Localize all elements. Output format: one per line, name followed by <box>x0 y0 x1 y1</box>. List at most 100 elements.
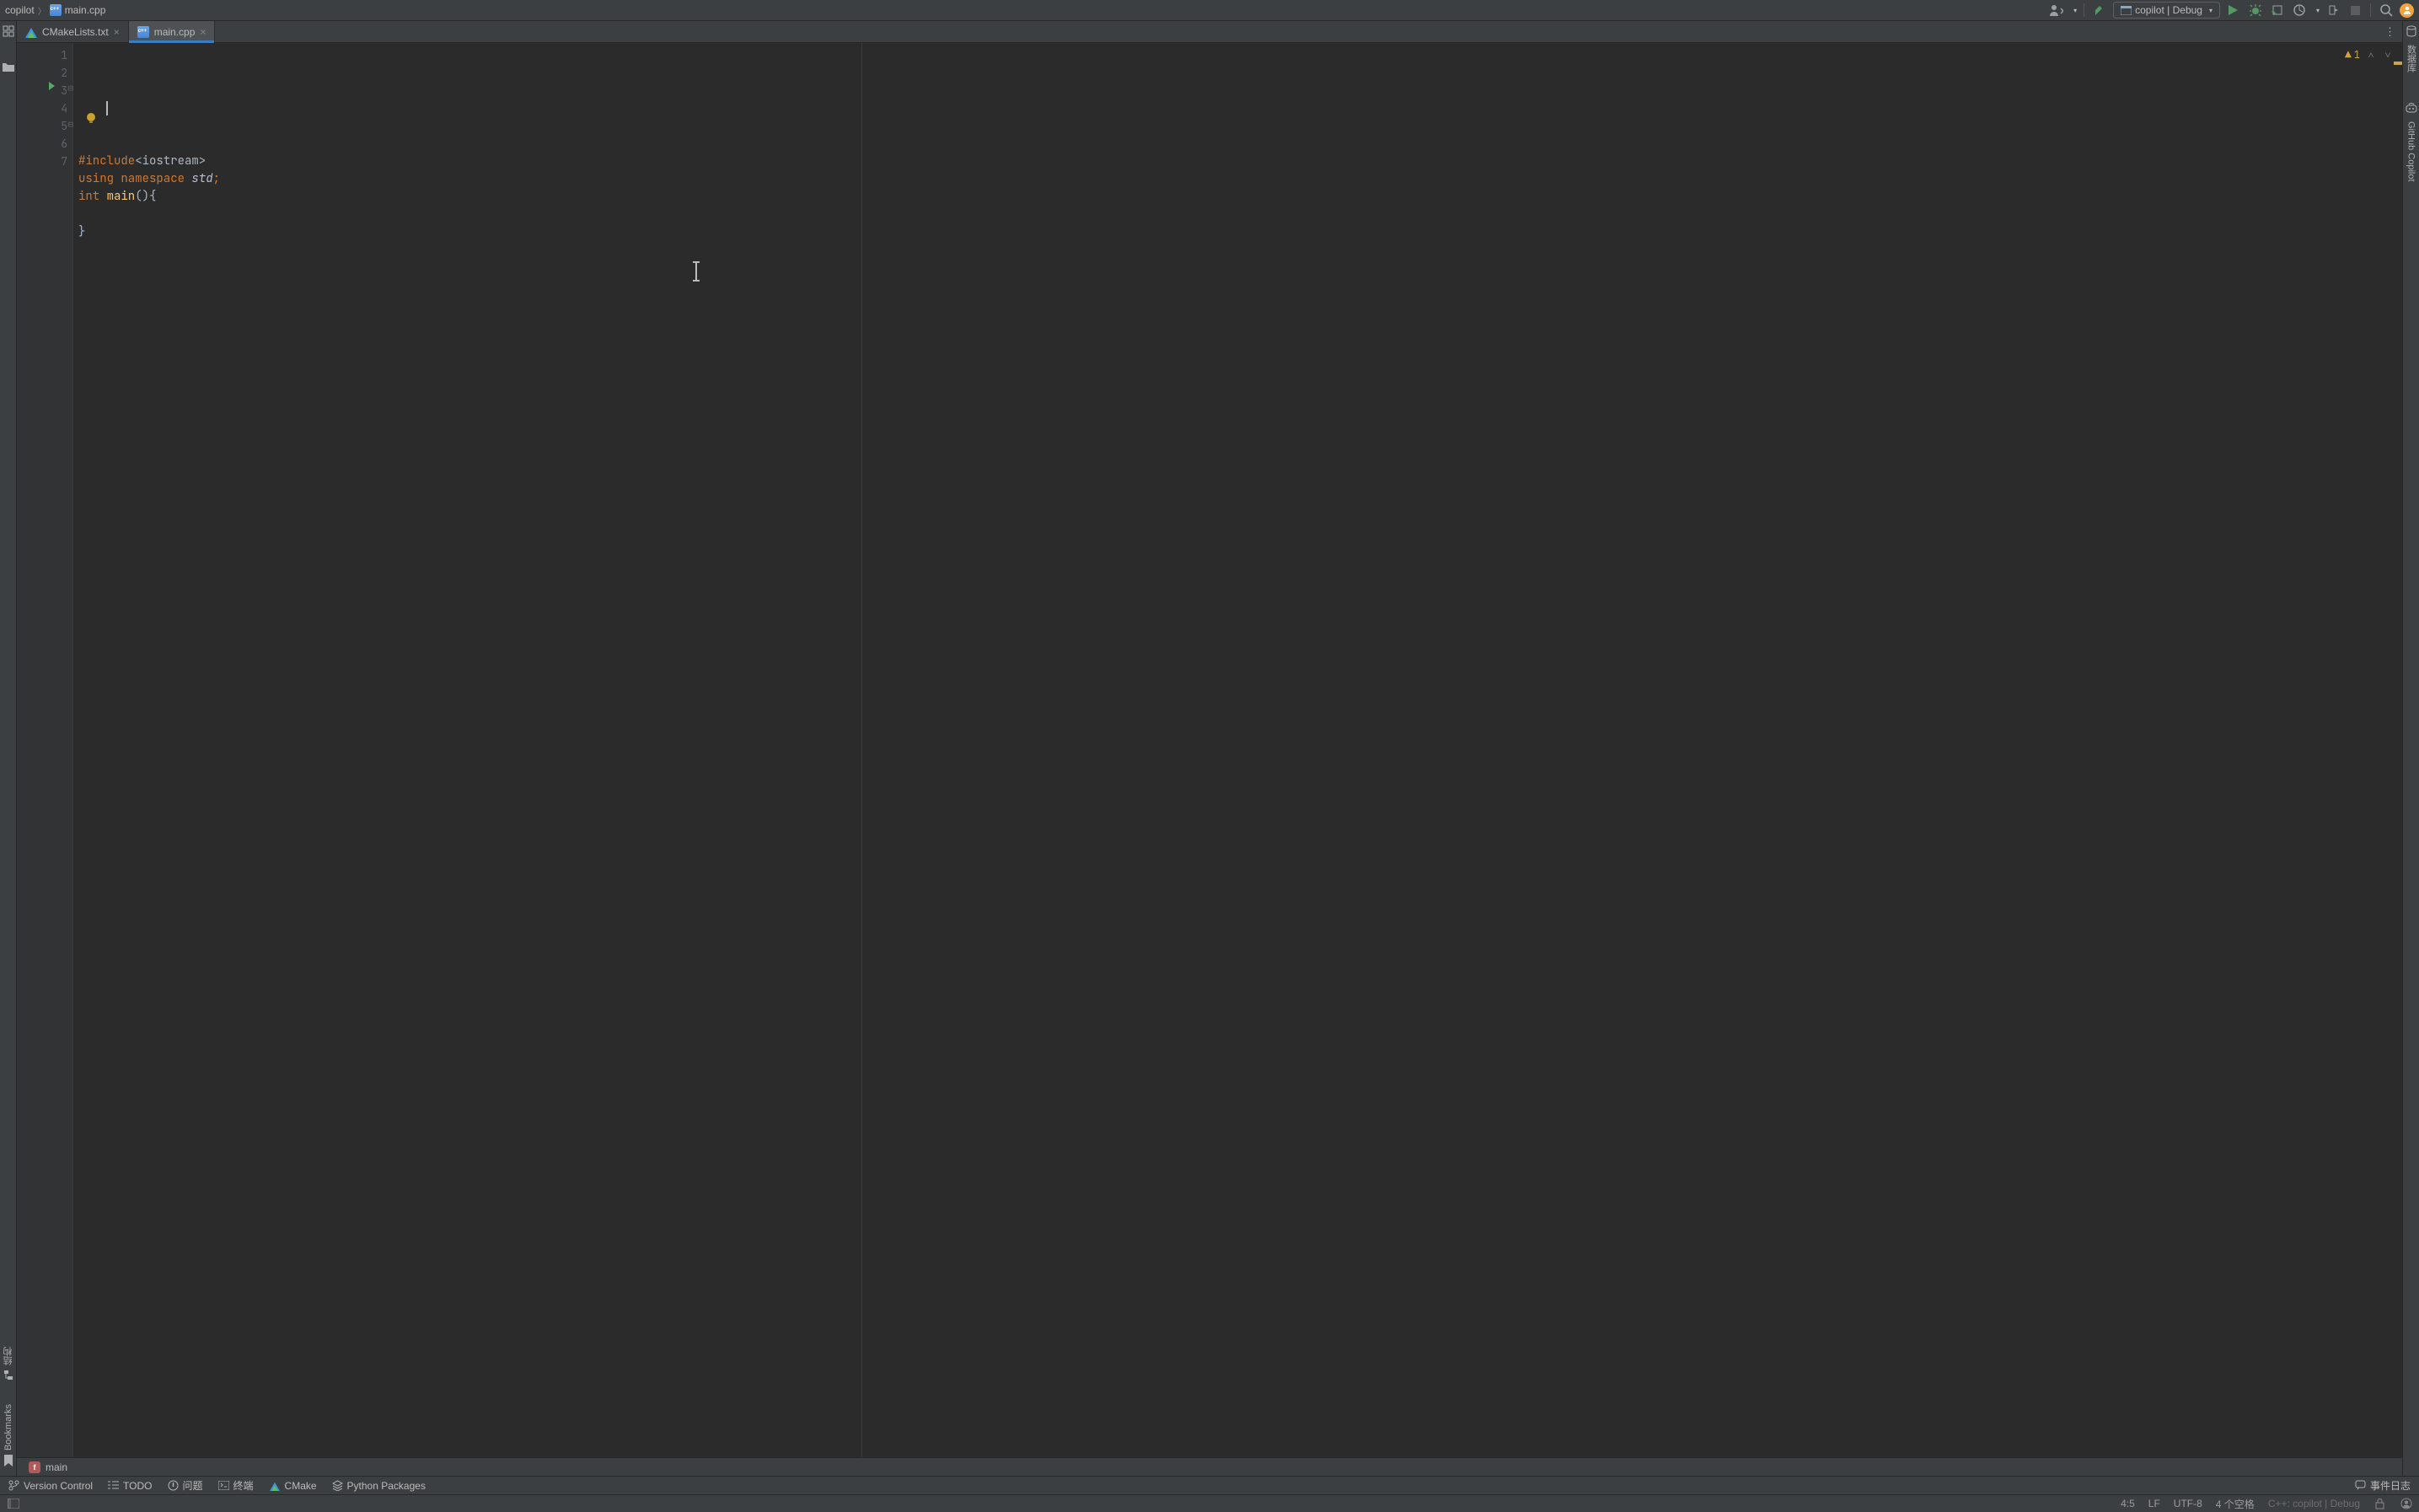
todo-label: TODO <box>123 1480 152 1492</box>
problems-icon <box>168 1480 179 1491</box>
attach-button[interactable] <box>2325 2 2341 19</box>
line-number[interactable]: 2 <box>17 64 72 82</box>
lock-icon[interactable] <box>2373 1498 2386 1510</box>
terminal-button[interactable]: 终端 <box>218 1478 254 1493</box>
profile-avatar-icon[interactable] <box>2400 1498 2412 1510</box>
line-number[interactable]: 3 <box>17 82 72 99</box>
debug-button[interactable] <box>2247 2 2264 19</box>
branch-icon <box>8 1480 19 1491</box>
code-with-me-icon[interactable] <box>2048 2 2065 19</box>
terminal-label: 终端 <box>233 1478 254 1493</box>
problems-label: 问题 <box>183 1478 203 1493</box>
cursor-position[interactable]: 4:5 <box>2121 1498 2135 1509</box>
run-config-label: copilot | Debug <box>2135 4 2202 16</box>
fold-region-start-icon[interactable]: ⊟ <box>66 83 73 90</box>
project-tool-icon[interactable] <box>2 24 15 38</box>
editor-breadcrumb-function[interactable]: main <box>46 1461 67 1473</box>
close-icon[interactable]: × <box>200 26 206 38</box>
balloon-icon <box>2355 1480 2366 1491</box>
breadcrumb-file[interactable]: main.cpp <box>65 4 106 16</box>
context-label[interactable]: C++: copilot | Debug <box>2268 1498 2360 1509</box>
tab-label: main.cpp <box>154 26 196 38</box>
indent-setting[interactable]: 4 个空格 <box>2216 1497 2255 1511</box>
line-number[interactable]: 6 <box>17 135 72 153</box>
profile-button[interactable] <box>2291 2 2308 19</box>
editor-breadcrumb: f main <box>17 1457 2402 1476</box>
build-hammer-icon[interactable] <box>2091 2 2108 19</box>
code-line[interactable]: #include<iostream> <box>78 153 2402 170</box>
event-log-label: 事件日志 <box>2370 1478 2411 1493</box>
code-line[interactable] <box>78 241 2402 259</box>
database-tool-button[interactable]: 数据库 <box>2405 24 2418 72</box>
bookmarks-tool-button[interactable]: Bookmarks <box>2 1401 15 1467</box>
terminal-icon <box>218 1481 229 1490</box>
python-packages-label: Python Packages <box>347 1480 426 1492</box>
database-icon <box>2405 24 2418 38</box>
right-tool-strip: 数据库 GitHub Copilot <box>2402 21 2419 1476</box>
line-number[interactable]: 1 <box>17 46 72 64</box>
run-button[interactable] <box>2225 2 2242 19</box>
close-icon[interactable]: × <box>114 26 120 38</box>
code-line[interactable]: using namespace std; <box>78 170 2402 188</box>
line-number[interactable]: 7 <box>17 153 72 170</box>
structure-icon <box>2 1369 15 1382</box>
dropdown-icon[interactable]: ▾ <box>2316 7 2320 14</box>
stop-button[interactable] <box>2347 2 2363 19</box>
main-area: 结构 Bookmarks CMakeLists.txt × <box>0 21 2419 1476</box>
todo-button[interactable]: TODO <box>108 1480 152 1492</box>
problems-button[interactable]: 问题 <box>168 1478 203 1493</box>
folder-tool-icon[interactable] <box>2 60 15 73</box>
file-encoding[interactable]: UTF-8 <box>2174 1498 2202 1509</box>
code-editor[interactable]: ▲ 1 ˄ ˅ ⊟ ⊟ 1234567 <box>17 43 2402 1457</box>
intention-bulb-icon[interactable] <box>85 82 97 94</box>
copilot-label: GitHub Copilot <box>2406 121 2416 182</box>
copilot-tool-button[interactable]: GitHub Copilot <box>2405 101 2418 182</box>
text-caret <box>106 101 108 115</box>
account-avatar[interactable] <box>2400 3 2414 18</box>
gutter[interactable]: ⊟ ⊟ 1234567 <box>17 43 73 1457</box>
run-configuration-selector[interactable]: copilot | Debug ▾ <box>2113 2 2220 19</box>
toolbar-right: ▾ copilot | Debug ▾ ▾ <box>2048 2 2414 19</box>
copilot-icon <box>2405 101 2418 115</box>
code-line[interactable]: int main(){ <box>78 188 2402 206</box>
database-label: 数据库 <box>2405 45 2418 72</box>
editor-tabs: CMakeLists.txt × main.cpp × ⋮ <box>17 21 2402 43</box>
tool-windows-toggle-icon[interactable] <box>7 1498 19 1510</box>
code-line[interactable] <box>78 259 2402 276</box>
todo-icon <box>108 1481 119 1490</box>
tab-list-menu-icon[interactable]: ⋮ <box>2378 21 2402 42</box>
warning-stripe[interactable] <box>2394 62 2402 65</box>
line-number[interactable]: 5 <box>17 117 72 135</box>
python-packages-button[interactable]: Python Packages <box>332 1480 426 1492</box>
code-area[interactable]: #include<iostream>using namespace std;in… <box>73 43 2402 1457</box>
breadcrumb-project[interactable]: copilot <box>5 4 35 16</box>
breadcrumb-sep-icon: 〉 <box>38 4 46 17</box>
line-separator[interactable]: LF <box>2148 1498 2160 1509</box>
cmake-button[interactable]: CMake <box>269 1480 317 1492</box>
layers-icon <box>332 1480 343 1491</box>
navigation-bar: copilot 〉 main.cpp ▾ copilot | Debug ▾ <box>0 0 2419 21</box>
run-gutter-icon[interactable] <box>49 82 55 90</box>
print-margin <box>861 43 862 1457</box>
status-bar: 4:5 LF UTF-8 4 个空格 C++: copilot | Debug <box>0 1494 2419 1512</box>
function-icon: f <box>29 1461 40 1473</box>
bookmarks-label: Bookmarks <box>3 1404 13 1450</box>
structure-tool-button[interactable]: 结构 <box>2 1343 15 1382</box>
coverage-button[interactable] <box>2269 2 2286 19</box>
chevron-down-icon: ▾ <box>2209 7 2212 14</box>
code-line[interactable] <box>78 206 2402 223</box>
cmake-file-icon <box>25 26 37 38</box>
current-line-highlight <box>73 99 2402 117</box>
dropdown-icon[interactable]: ▾ <box>2073 7 2077 14</box>
event-log-button[interactable]: 事件日志 <box>2355 1478 2411 1493</box>
tab-cmakelists[interactable]: CMakeLists.txt × <box>17 21 129 42</box>
code-line[interactable]: } <box>78 223 2402 241</box>
ide-window: copilot 〉 main.cpp ▾ copilot | Debug ▾ <box>0 0 2419 1512</box>
cpp-file-icon <box>137 26 149 38</box>
fold-region-end-icon[interactable]: ⊟ <box>66 119 73 126</box>
tab-main-cpp[interactable]: main.cpp × <box>129 21 216 42</box>
version-control-button[interactable]: Version Control <box>8 1480 93 1492</box>
cmake-icon <box>270 1481 280 1491</box>
search-everywhere-icon[interactable] <box>2378 2 2395 19</box>
line-number[interactable]: 4 <box>17 99 72 117</box>
